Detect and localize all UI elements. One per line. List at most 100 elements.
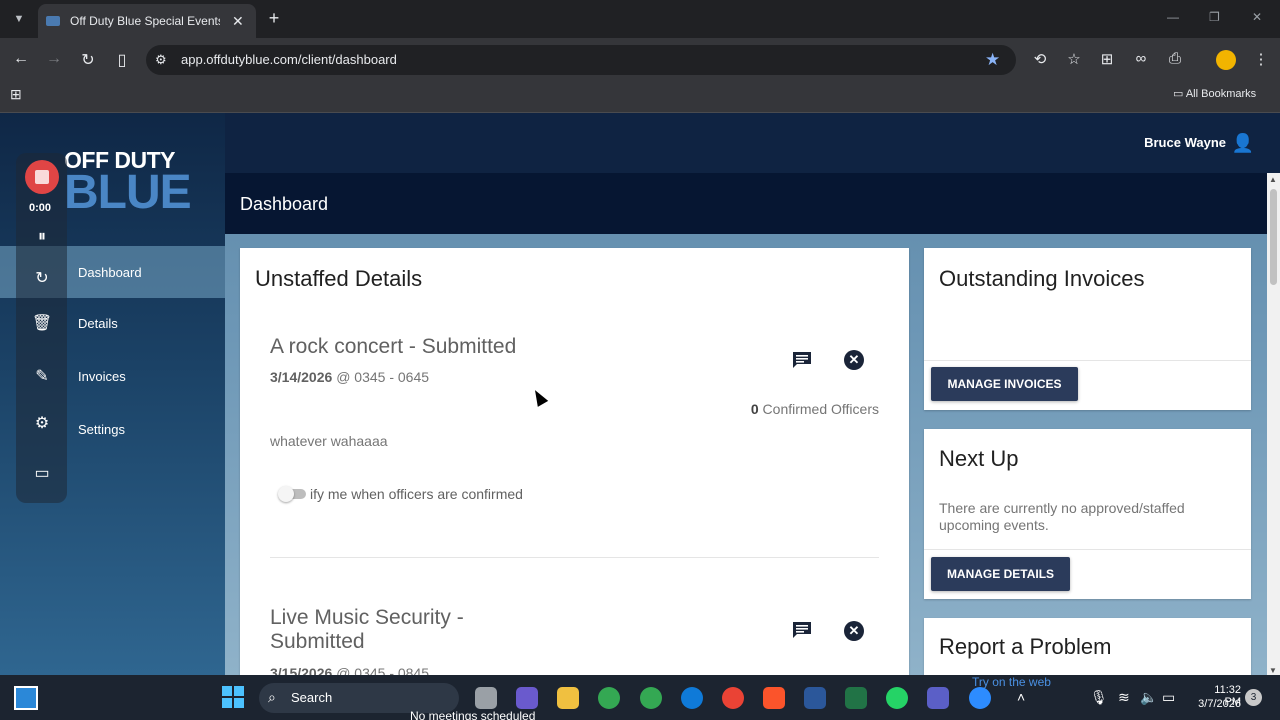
next-up-title: Next Up <box>939 446 1019 471</box>
app-header: Bruce Wayne 👤 <box>225 113 1280 173</box>
bookmark-star-icon[interactable]: ★ <box>985 50 1000 70</box>
print-icon[interactable]: ⎙ <box>1165 50 1185 67</box>
window-close-icon[interactable]: ✕ <box>1252 10 1262 24</box>
task-view-icon[interactable] <box>475 687 497 709</box>
comment-icon[interactable] <box>792 351 812 369</box>
event-title[interactable]: A rock concert - Submitted <box>270 335 516 359</box>
outstanding-invoices-card: Outstanding Invoices MANAGE INVOICES <box>924 248 1251 410</box>
wifi-icon[interactable]: ≋ <box>1118 689 1130 706</box>
back-icon[interactable]: ← <box>10 50 32 68</box>
teams-icon[interactable] <box>927 687 949 709</box>
scroll-up-icon[interactable]: ▲ <box>1269 175 1277 184</box>
menu-icon[interactable]: ⋮ <box>1251 50 1271 68</box>
scroll-down-icon[interactable]: ▼ <box>1269 666 1277 675</box>
favorites-icon[interactable]: ☆ <box>1064 50 1084 68</box>
event-divider <box>270 557 879 558</box>
manage-invoices-button[interactable]: MANAGE INVOICES <box>931 367 1078 401</box>
whatsapp-icon[interactable] <box>886 687 908 709</box>
officers-count: 0 <box>750 401 759 417</box>
link-icon[interactable]: ∞ <box>1131 50 1151 67</box>
event-date: 3/15/2026 @ 0345 - 0845 <box>270 665 429 675</box>
all-bookmarks-button[interactable]: ▭ All Bookmarks <box>1173 87 1256 100</box>
settings-icon[interactable]: ⚙ <box>30 413 54 433</box>
chrome-icon[interactable] <box>598 687 620 709</box>
tab-title: Off Duty Blue Special Events & <box>70 14 220 28</box>
page-scrollbar[interactable]: ▲ ▼ <box>1267 173 1280 675</box>
taskbar-search-label: Search <box>291 690 333 705</box>
windows-start-icon[interactable] <box>222 686 244 708</box>
restart-icon[interactable]: ↻ <box>30 268 54 288</box>
page-content: OFF DUTY BLUE Dashboard Details Invoices… <box>0 113 1280 675</box>
file-explorer-icon[interactable] <box>557 687 579 709</box>
event-title[interactable]: Live Music Security - Submitted <box>270 606 464 654</box>
tab-search-icon[interactable]: ▼ <box>8 8 30 30</box>
stop-icon <box>35 170 49 184</box>
split-view-icon[interactable]: ▯ <box>111 50 133 70</box>
restore-icon[interactable]: ❐ <box>1209 10 1220 24</box>
event-time-value: @ 0345 - 0845 <box>336 665 430 675</box>
teams-chat-icon[interactable] <box>516 687 538 709</box>
new-tab-button[interactable]: + <box>264 8 284 29</box>
battery-icon[interactable]: ▭ <box>1162 689 1175 706</box>
event-date-value: 3/15/2026 <box>270 665 333 675</box>
page-title-bar: Dashboard <box>225 173 1267 234</box>
draw-icon[interactable]: ✎ <box>30 366 54 386</box>
apps-grid-icon[interactable]: ⊞ <box>10 86 22 103</box>
try-web-link[interactable]: Try on the web <box>972 675 1051 689</box>
browser-tab-bar: ▼ Off Duty Blue Special Events & ✕ + — ❐… <box>0 0 1280 38</box>
event-title-line: Submitted <box>270 630 365 653</box>
chrome-active-icon[interactable] <box>722 687 744 709</box>
url-text[interactable]: app.offdutyblue.com/client/dashboard <box>181 52 397 67</box>
favicon-icon <box>46 16 60 26</box>
all-bookmarks-label: All Bookmarks <box>1185 88 1257 100</box>
minimize-icon[interactable]: — <box>1167 10 1179 24</box>
excel-icon[interactable] <box>845 687 867 709</box>
event-title-line: Live Music Security - <box>270 606 464 629</box>
event-date: 3/14/2026 @ 0345 - 0645 <box>270 369 429 385</box>
reload-icon[interactable]: ↻ <box>77 50 99 70</box>
brave-icon[interactable] <box>763 687 785 709</box>
unstaffed-title: Unstaffed Details <box>255 266 423 291</box>
notify-toggle-knob[interactable] <box>278 486 294 502</box>
meeting-status: No meetings scheduled <box>410 709 536 720</box>
profile-avatar[interactable] <box>1216 50 1236 70</box>
delete-icon[interactable]: 🗑 <box>30 313 54 333</box>
cancel-event-icon[interactable]: ✕ <box>844 350 864 370</box>
scroll-thumb[interactable] <box>1270 189 1277 285</box>
chevron-up-icon[interactable]: ˄ <box>1017 689 1025 705</box>
bookmarks-bar <box>0 80 1280 113</box>
notification-badge[interactable]: 3 <box>1245 689 1262 706</box>
sidebar-item-label: Details <box>78 315 118 331</box>
sidebar-item-label: Invoices <box>78 368 126 384</box>
clock-date[interactable]: 3/7/2026 <box>1187 698 1241 710</box>
card-divider <box>924 549 1251 550</box>
report-problem-card: Report a Problem <box>924 618 1251 675</box>
extensions-icon[interactable]: ⊞ <box>1097 50 1117 68</box>
forward-icon[interactable]: → <box>43 50 65 68</box>
browser-tab[interactable]: Off Duty Blue Special Events & ✕ <box>38 4 256 38</box>
edge-icon[interactable] <box>681 687 703 709</box>
user-name[interactable]: Bruce Wayne <box>1144 135 1226 150</box>
event-date-value: 3/14/2026 <box>270 369 333 385</box>
comment-icon[interactable] <box>792 621 812 639</box>
cancel-event-icon[interactable]: ✕ <box>844 621 864 641</box>
sidebar-item-label: Dashboard <box>78 264 142 280</box>
word-icon[interactable] <box>804 687 826 709</box>
widgets-icon[interactable] <box>14 686 38 710</box>
user-icon[interactable]: 👤 <box>1232 133 1254 154</box>
microphone-icon[interactable]: 🎙 <box>1090 689 1108 706</box>
recording-time: 0:00 <box>29 202 52 214</box>
volume-icon[interactable]: 🔈 <box>1140 689 1157 706</box>
site-info-icon[interactable]: ⚙ <box>155 52 167 68</box>
sidebar-item-label: Settings <box>78 421 125 437</box>
camera-icon[interactable]: ▭ <box>30 463 54 483</box>
zoom-icon[interactable] <box>969 687 991 709</box>
event-notes: whatever wahaaaa <box>270 433 388 449</box>
chrome-profile-icon[interactable] <box>640 687 662 709</box>
unstaffed-details-card: Unstaffed Details A rock concert - Submi… <box>240 248 909 675</box>
manage-details-button[interactable]: MANAGE DETAILS <box>931 557 1070 591</box>
next-up-card: Next Up There are currently no approved/… <box>924 429 1251 599</box>
pause-icon[interactable]: ⏸ <box>30 228 54 246</box>
history-icon[interactable]: ⟲ <box>1030 50 1050 68</box>
close-tab-icon[interactable]: ✕ <box>232 13 244 30</box>
